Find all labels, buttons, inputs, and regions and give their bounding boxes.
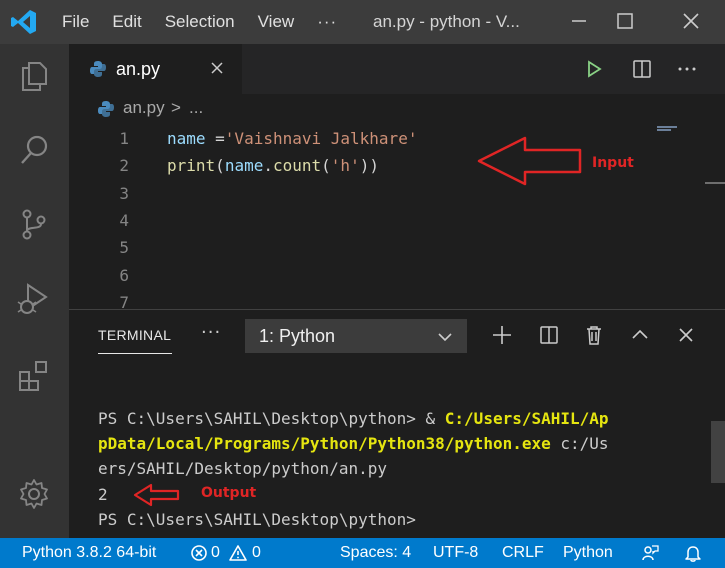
- code-token: count: [272, 156, 322, 175]
- indentation[interactable]: Spaces: 4: [340, 544, 411, 562]
- warning-icon[interactable]: [229, 544, 247, 562]
- breadcrumb-symbols[interactable]: ...: [189, 98, 203, 118]
- window-title: an.py - python - V...: [373, 12, 520, 31]
- code-token: (: [321, 156, 331, 175]
- code-token: name: [167, 129, 206, 148]
- input-arrow-icon: [477, 136, 582, 186]
- line-number: 5: [119, 238, 129, 257]
- line-number: 4: [119, 211, 129, 230]
- close-tab-icon[interactable]: [209, 60, 225, 76]
- split-terminal-icon[interactable]: [538, 324, 560, 346]
- split-editor-icon[interactable]: [631, 58, 653, 80]
- menu-selection[interactable]: Selection: [165, 12, 235, 32]
- title-bar: File Edit Selection View ··· an.py - pyt…: [0, 0, 725, 44]
- tab-terminal[interactable]: TERMINAL: [98, 327, 171, 343]
- code-token: (: [215, 156, 225, 175]
- code-line-1: name ='Vaishnavi Jalkhare': [167, 129, 417, 148]
- warning-count[interactable]: 0: [252, 544, 261, 562]
- menu-bar: File Edit Selection View ···: [62, 0, 361, 44]
- error-count[interactable]: 0: [211, 544, 220, 562]
- line-number: 3: [119, 184, 129, 203]
- encoding[interactable]: UTF-8: [433, 544, 478, 562]
- terminal-text: pData/Local/Programs/Python/Python38/pyt…: [98, 434, 551, 453]
- terminal-line-5: PS C:\Users\SAHIL\Desktop\python>: [98, 510, 416, 529]
- vscode-logo-icon: [11, 10, 36, 34]
- python-file-icon: [98, 101, 114, 117]
- extensions-icon[interactable]: [16, 358, 52, 394]
- python-file-icon: [90, 61, 106, 77]
- more-actions-icon[interactable]: [676, 58, 698, 80]
- error-icon[interactable]: [190, 544, 208, 562]
- feedback-icon[interactable]: [641, 544, 659, 562]
- editor-scrollbar[interactable]: [705, 182, 725, 184]
- notifications-bell-icon[interactable]: [684, 544, 702, 562]
- terminal-scrollbar[interactable]: [711, 421, 725, 483]
- terminal-line-2: pData/Local/Programs/Python/Python38/pyt…: [98, 434, 609, 453]
- terminal-text: c:/Us: [550, 434, 609, 453]
- tab-label: an.py: [116, 59, 161, 79]
- chevron-down-icon: [438, 333, 452, 342]
- close-window-icon[interactable]: [680, 10, 702, 32]
- source-control-icon[interactable]: [16, 206, 52, 242]
- run-debug-icon[interactable]: [16, 280, 52, 316]
- line-number: 6: [119, 266, 129, 285]
- minimap[interactable]: [657, 129, 671, 131]
- terminal-line-4: 2: [98, 485, 108, 504]
- code-token: )): [359, 156, 379, 175]
- search-icon[interactable]: [16, 132, 52, 168]
- maximize-icon[interactable]: [614, 10, 636, 32]
- line-number: 7: [119, 293, 129, 309]
- menu-view[interactable]: View: [258, 12, 295, 32]
- menu-more[interactable]: ···: [317, 12, 337, 32]
- status-bar: Python 3.8.2 64-bit 0 0 Spaces: 4 UTF-8 …: [0, 538, 725, 568]
- breadcrumb-separator: >: [171, 98, 181, 117]
- minimap[interactable]: [657, 126, 677, 128]
- active-tab-indicator: [98, 353, 172, 354]
- terminal-line-1: PS C:\Users\SAHIL\Desktop\python> & C:/U…: [98, 409, 609, 428]
- terminal-line-3: ers/SAHIL/Desktop/python/an.py: [98, 459, 387, 478]
- output-arrow-icon: [133, 483, 180, 507]
- explorer-icon[interactable]: [16, 58, 52, 94]
- editor-tab-bar: an.py: [69, 44, 725, 94]
- maximize-panel-icon[interactable]: [629, 324, 651, 346]
- settings-gear-icon[interactable]: [16, 476, 52, 512]
- terminal-select-value: 1: Python: [259, 326, 336, 346]
- terminal-select[interactable]: 1: Python: [245, 319, 467, 353]
- minimize-icon[interactable]: [568, 10, 590, 32]
- new-terminal-icon[interactable]: [491, 324, 513, 346]
- terminal-text: PS C:\Users\SAHIL\Desktop\python> &: [98, 409, 445, 428]
- language-mode[interactable]: Python: [563, 544, 613, 562]
- code-token: 'h': [330, 156, 360, 175]
- trash-icon[interactable]: [583, 324, 605, 346]
- code-token: name: [224, 156, 264, 175]
- code-editor[interactable]: 1 2 3 4 5 6 7 name ='Vaishnavi Jalkhare'…: [69, 124, 725, 309]
- code-line-2: print(name.count('h')): [167, 156, 379, 175]
- line-number: 2: [119, 156, 129, 175]
- code-token: 'Vaishnavi Jalkhare': [224, 129, 418, 148]
- code-token: print: [167, 156, 216, 175]
- terminal-panel: TERMINAL ··· 1: Python PS C:\Users\SAHIL…: [69, 309, 725, 538]
- python-interpreter[interactable]: Python 3.8.2 64-bit: [22, 544, 156, 562]
- code-token: =: [205, 129, 225, 148]
- menu-edit[interactable]: Edit: [112, 12, 141, 32]
- tab-an-py[interactable]: an.py: [69, 44, 242, 94]
- input-annotation: Input: [592, 155, 634, 171]
- breadcrumb: an.py > ...: [69, 94, 725, 124]
- terminal-text: C:/Users/SAHIL/Ap: [444, 409, 609, 428]
- output-annotation: Output: [201, 485, 257, 501]
- breadcrumb-file[interactable]: an.py: [123, 98, 165, 118]
- end-of-line[interactable]: CRLF: [502, 544, 544, 562]
- menu-file[interactable]: File: [62, 12, 89, 32]
- close-panel-icon[interactable]: [675, 324, 697, 346]
- code-token: .: [263, 156, 273, 175]
- panel-more-button[interactable]: ···: [201, 322, 221, 343]
- activity-bar: [0, 44, 69, 538]
- line-number: 1: [119, 129, 129, 148]
- run-file-icon[interactable]: [583, 58, 605, 80]
